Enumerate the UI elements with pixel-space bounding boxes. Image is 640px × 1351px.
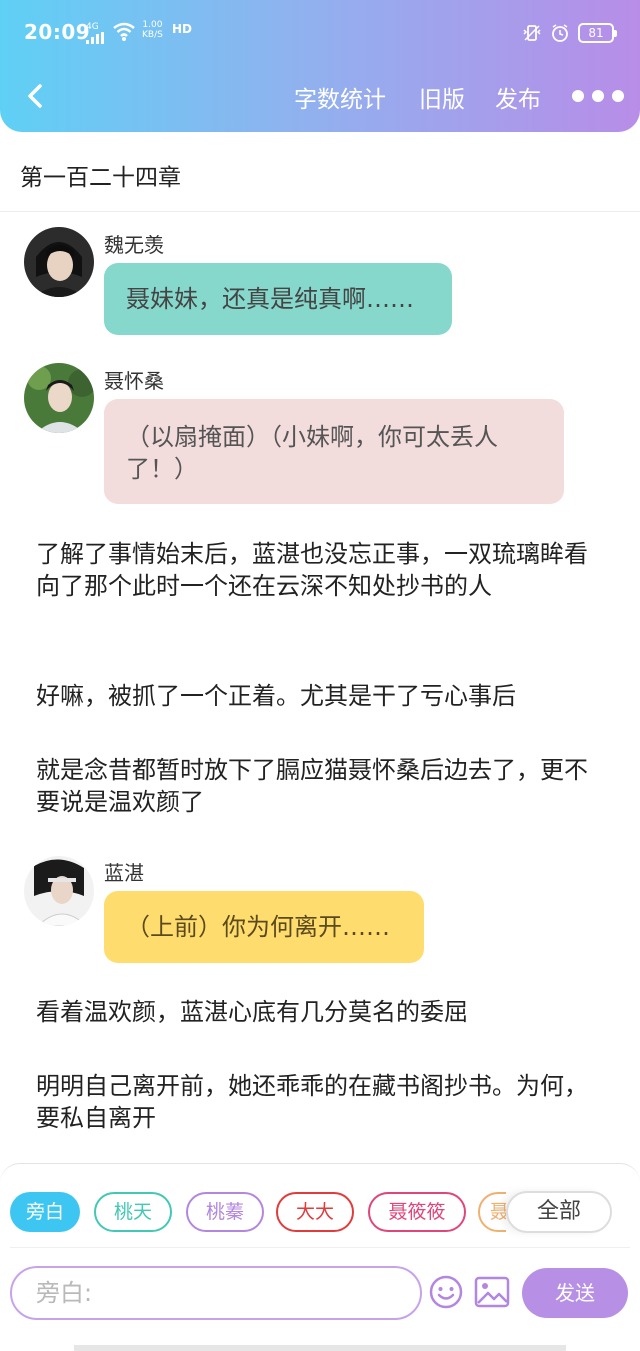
role-chips: 旁白 桃天 桃蓁 大大 聂筱筱 聂: [10, 1190, 506, 1234]
role-chip[interactable]: 聂筱筱: [368, 1192, 466, 1232]
status-time: 20:09: [24, 20, 91, 44]
all-roles-button[interactable]: 全部: [506, 1191, 612, 1233]
word-count-button[interactable]: 字数统计: [294, 80, 386, 114]
role-chip[interactable]: 大大: [276, 1192, 354, 1232]
network-speed: 1.00 KB/S: [142, 20, 163, 40]
speaker-name: 蓝湛: [104, 861, 144, 885]
message-bubble[interactable]: （上前）你为何离开……: [104, 891, 424, 963]
speaker-name: 魏无羡: [104, 233, 164, 257]
divider: [10, 1247, 630, 1248]
network-type: 4G: [86, 22, 99, 32]
emoji-icon[interactable]: [428, 1274, 464, 1310]
back-arrow-icon[interactable]: [20, 80, 52, 112]
narration-text[interactable]: 看着温欢颜，蓝湛心底有几分莫名的委屈: [36, 996, 606, 1028]
message-input[interactable]: 旁白:: [10, 1266, 422, 1320]
narration-text[interactable]: 了解了事情始末后，蓝湛也没忘正事，一双琉璃眸看向了那个此时一个还在云深不知处抄书…: [36, 538, 606, 602]
chapter-title[interactable]: 第一百二十四章: [20, 158, 181, 192]
role-chip[interactable]: 桃蓁: [186, 1192, 264, 1232]
wifi-icon: [113, 22, 135, 41]
publish-button[interactable]: 发布: [495, 80, 541, 114]
more-dot: [572, 90, 584, 102]
speed-unit: KB/S: [142, 30, 163, 40]
narration-text[interactable]: 就是念昔都暂时放下了膈应猫聂怀桑后边去了，更不要说是温欢颜了: [36, 754, 606, 818]
narration-text[interactable]: 好嘛，被抓了一个正着。尤其是干了亏心事后: [36, 680, 606, 712]
speaker-name: 聂怀桑: [104, 369, 164, 393]
old-version-button[interactable]: 旧版: [419, 80, 465, 114]
image-icon[interactable]: [474, 1275, 510, 1309]
message-bubble[interactable]: 聂妹妹，还真是纯真啊……: [104, 263, 452, 335]
message-bubble[interactable]: （以扇掩面）（小妹啊，你可太丢人了！）: [104, 399, 564, 504]
hd-badge: HD: [172, 22, 193, 36]
alarm-icon: [552, 24, 568, 42]
avatar[interactable]: [24, 363, 94, 433]
narration-text[interactable]: 明明自己离开前，她还乖乖的在藏书阁抄书。为何，要私自离开: [36, 1070, 606, 1134]
speed-value: 1.00: [142, 20, 163, 30]
role-chip[interactable]: 旁白: [10, 1192, 80, 1232]
battery-icon: 81: [578, 23, 617, 43]
send-button[interactable]: 发送: [522, 1268, 628, 1318]
role-chip[interactable]: 聂: [478, 1192, 506, 1232]
status-bar: 20:09 4G 1.00 KB/S HD 81: [0, 16, 640, 50]
more-dot: [592, 90, 604, 102]
top-header: 20:09 4G 1.00 KB/S HD 81 字数统计 旧版 发布: [0, 0, 640, 132]
vibrate-icon: [523, 25, 541, 41]
divider: [0, 211, 640, 212]
avatar[interactable]: [24, 227, 94, 297]
more-options-icon[interactable]: [572, 88, 624, 104]
role-chip[interactable]: 桃天: [94, 1192, 172, 1232]
home-indicator: [74, 1345, 566, 1351]
more-dot: [612, 90, 624, 102]
avatar[interactable]: [24, 856, 94, 926]
status-right: 81: [522, 20, 617, 46]
signal-icon: 4G: [86, 22, 104, 44]
nav-bar: 字数统计 旧版 发布: [0, 70, 640, 122]
